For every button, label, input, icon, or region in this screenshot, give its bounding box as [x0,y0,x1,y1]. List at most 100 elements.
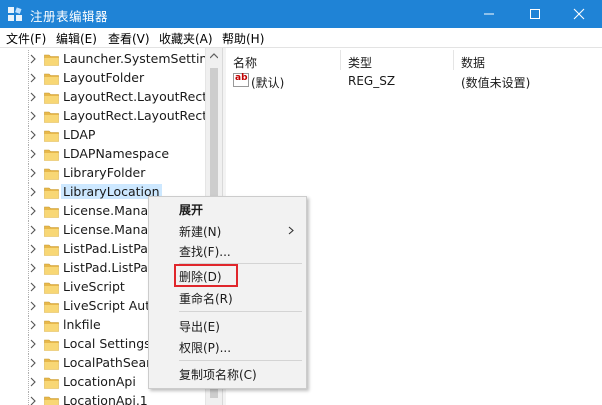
chevron-right-icon[interactable] [30,149,36,159]
folder-icon [44,396,59,405]
tree-item-label: LDAPNamespace [63,146,170,161]
tree-guide-line [28,164,29,183]
folder-icon [44,92,59,104]
tree-item-label: LibraryLocation [61,184,162,199]
folder-icon [44,73,59,85]
minimize-icon [484,13,494,15]
menu-help[interactable]: 帮助(H) [222,30,264,47]
string-value-icon: ab [233,73,249,87]
value-type: REG_SZ [348,74,396,88]
tree-item[interactable]: LocationApi.1 [0,392,205,405]
menu-edit[interactable]: 编辑(E) [56,30,97,47]
folder-icon [44,225,59,237]
chevron-right-icon[interactable] [30,111,36,121]
tree-guide-line [28,183,29,202]
chevron-right-icon[interactable] [30,187,36,197]
context-menu: 展开 新建(N) 查找(F)... 删除(D) 重命名(R) 导出(E) 权限(… [148,196,307,389]
menu-item-delete[interactable]: 删除(D) [179,268,222,285]
folder-icon [44,130,59,142]
tree-item[interactable]: LayoutFolder [0,69,205,88]
column-separator[interactable] [453,50,454,70]
tree-guide-line [28,316,29,335]
chevron-right-icon[interactable] [30,206,36,216]
tree-guide-line [28,202,29,221]
folder-icon [44,377,59,389]
chevron-right-icon[interactable] [30,339,36,349]
chevron-right-icon[interactable] [30,320,36,330]
chevron-right-icon[interactable] [30,282,36,292]
close-button[interactable] [556,0,602,28]
tree-item[interactable]: LDAP [0,126,205,145]
menu-item-permissions[interactable]: 权限(P)... [179,339,231,356]
tree-item-label: lnkfile [63,317,101,332]
tree-item[interactable]: LayoutRect.LayoutRect [0,88,207,107]
tree-guide-line [28,221,29,240]
folder-icon [44,187,59,199]
menu-separator [179,360,302,361]
tree-guide-line [28,69,29,88]
tree-guide-line [28,240,29,259]
maximize-icon [530,9,540,19]
scroll-up-icon[interactable] [210,53,218,59]
chevron-right-icon[interactable] [30,73,36,83]
menu-item-export[interactable]: 导出(E) [179,318,220,335]
tree-guide-line [28,373,29,392]
tree-guide-line [28,392,29,405]
folder-icon [44,358,59,370]
folder-icon [44,320,59,332]
tree-guide-line [28,335,29,354]
menu-view[interactable]: 查看(V) [108,30,150,47]
regedit-icon [8,7,22,21]
folder-icon [44,206,59,218]
chevron-right-icon[interactable] [30,358,36,368]
chevron-right-icon[interactable] [30,377,36,387]
folder-icon [44,263,59,275]
tree-guide-line [28,278,29,297]
folder-icon [44,111,59,123]
chevron-right-icon[interactable] [30,168,36,178]
tree-item-label: LayoutRect.LayoutRect.1 [63,108,214,123]
title-bar: 注册表编辑器 [0,0,602,28]
chevron-right-icon[interactable] [30,225,36,235]
chevron-right-icon[interactable] [30,54,36,64]
maximize-button[interactable] [512,0,558,28]
submenu-arrow-icon [288,226,294,235]
chevron-right-icon[interactable] [30,396,36,405]
chevron-right-icon[interactable] [30,130,36,140]
menu-item-new[interactable]: 新建(N) [179,223,221,240]
tree-guide-line [28,259,29,278]
column-header-data[interactable]: 数据 [461,54,485,71]
menu-item-find[interactable]: 查找(F)... [179,243,231,260]
chevron-right-icon[interactable] [30,263,36,273]
chevron-right-icon[interactable] [30,244,36,254]
folder-icon [44,282,59,294]
column-header-type[interactable]: 类型 [348,54,372,71]
value-name[interactable]: (默认) [251,74,284,91]
menu-item-copy-key-name[interactable]: 复制项名称(C) [179,366,257,383]
chevron-right-icon[interactable] [30,301,36,311]
chevron-right-icon[interactable] [30,92,36,102]
tree-item-label: LocationApi.1 [63,393,148,405]
folder-icon [44,168,59,180]
tree-item[interactable]: Launcher.SystemSettings [0,50,214,69]
tree-guide-line [28,50,29,69]
menu-item-rename[interactable]: 重命名(R) [179,290,233,307]
tree-item[interactable]: LayoutRect.LayoutRect.1 [0,107,214,126]
minimize-button[interactable] [466,0,512,28]
menu-file[interactable]: 文件(F) [6,30,46,47]
folder-icon [44,54,59,66]
menu-favorites[interactable]: 收藏夹(A) [159,30,213,47]
column-separator[interactable] [340,50,341,70]
folder-icon [44,244,59,256]
tree-guide-line [28,145,29,164]
menu-item-expand[interactable]: 展开 [179,201,203,218]
tree-item-label: LiveScript [63,279,125,294]
column-header-name[interactable]: 名称 [233,54,257,71]
close-icon [573,8,585,20]
tree-item[interactable]: LDAPNamespace [0,145,205,164]
tree-item[interactable]: LibraryFolder [0,164,205,183]
tree-guide-line [28,88,29,107]
tree-item-label: Launcher.SystemSettings [63,51,214,66]
tree-item-label: ListPad.ListPad. [63,260,160,275]
folder-icon [44,149,59,161]
